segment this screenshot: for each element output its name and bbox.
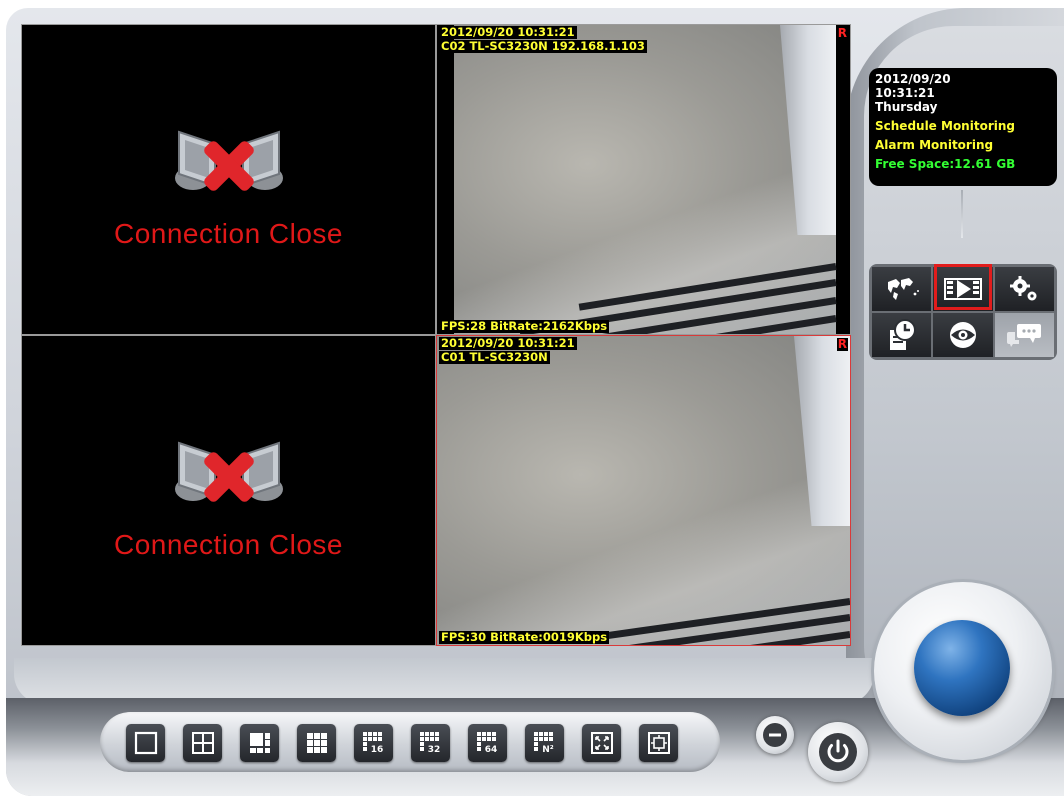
osd-camera-title: C01 TL-SC3230N (439, 350, 550, 364)
layout-9-icon (306, 733, 327, 753)
osd-datetime: 2012/09/20 10:31:21 (439, 336, 577, 350)
camera-cell-3[interactable]: Connection Close (21, 335, 436, 646)
layout-16-label: 16 (370, 745, 383, 755)
live-view-eye-icon (949, 322, 976, 348)
power-icon (819, 733, 857, 771)
video-feed-2 (454, 25, 837, 334)
camera-cell-1[interactable]: Connection Close (21, 24, 436, 335)
sequence-button[interactable] (639, 724, 678, 762)
alarm-monitoring-status: Alarm Monitoring (875, 138, 994, 152)
schedule-log-button[interactable] (872, 313, 932, 357)
layout-9-button[interactable] (297, 724, 336, 762)
video-wall-2 (780, 25, 836, 235)
power-button[interactable] (808, 722, 868, 782)
layout-16-button[interactable]: 16 (354, 724, 393, 762)
function-toolbar (869, 264, 1057, 360)
message-button[interactable] (994, 313, 1054, 357)
osd-datetime: 2012/09/20 10:31:21 (439, 25, 577, 39)
emap-button[interactable] (872, 267, 932, 311)
layout-64-label: 64 (484, 745, 497, 755)
sequence-icon (647, 732, 670, 754)
connection-closed-icon (174, 130, 283, 191)
fullscreen-icon (590, 732, 613, 754)
connection-close-label: Connection Close (113, 529, 344, 560)
free-space-status: Free Space:12.61 GB (875, 157, 1016, 171)
layout-n-button[interactable]: N² (525, 724, 564, 762)
playback-icon (943, 278, 982, 300)
schedule-log-icon (889, 319, 916, 350)
camera-cell-2[interactable]: 2012/09/20 10:31:21 C02 TL-SC3230N 192.1… (436, 24, 851, 335)
layout-6-button[interactable] (240, 724, 279, 762)
layout-4-icon (191, 732, 214, 754)
joystick-knob[interactable] (914, 620, 1010, 716)
ptz-joystick[interactable] (874, 582, 1052, 760)
info-panel-stem (961, 190, 963, 238)
fullscreen-button[interactable] (582, 724, 621, 762)
layout-4-button[interactable] (183, 724, 222, 762)
layout-n-label: N² (542, 745, 554, 755)
minimize-icon (763, 723, 787, 747)
playback-button[interactable] (933, 264, 993, 311)
osd-camera-title: C02 TL-SC3230N 192.168.1.103 (439, 39, 647, 53)
status-info-panel: 2012/09/20 10:31:21 Thursday Schedule Mo… (869, 68, 1057, 186)
settings-gears-icon (1010, 276, 1037, 301)
layout-32-label: 32 (427, 745, 440, 755)
world-map-icon (887, 278, 919, 300)
osd-stats: FPS:30 BitRate:0019Kbps (439, 630, 610, 644)
info-day: Thursday (875, 100, 938, 114)
layout-64-icon: 64 (476, 732, 497, 755)
video-grid: Connection Close 2012/09/20 10:31:21 C02… (21, 24, 851, 646)
camera-cell-4[interactable]: 2012/09/20 10:31:21 C01 TL-SC3230N FPS:3… (436, 335, 851, 646)
minimize-button[interactable] (756, 716, 794, 754)
layout-16-icon: 16 (362, 732, 383, 755)
record-indicator: R (836, 337, 848, 351)
record-indicator: R (836, 26, 848, 40)
connection-close-label: Connection Close (113, 218, 344, 249)
layout-32-button[interactable]: 32 (411, 724, 450, 762)
schedule-monitoring-status: Schedule Monitoring (875, 119, 1015, 133)
layout-32-icon: 32 (419, 732, 440, 755)
settings-button[interactable] (994, 267, 1054, 311)
layout-1-button[interactable] (126, 724, 165, 762)
live-view-button[interactable] (933, 313, 993, 357)
layout-64-button[interactable]: 64 (468, 724, 507, 762)
layout-6-icon (249, 733, 270, 753)
layout-1-icon (134, 731, 157, 755)
connection-closed-icon (174, 441, 283, 502)
osd-stats: FPS:28 BitRate:2162Kbps (439, 319, 610, 333)
video-wall-4 (794, 336, 850, 526)
info-date: 2012/09/20 (875, 72, 951, 86)
chat-message-icon (1007, 324, 1042, 347)
info-time: 10:31:21 (875, 86, 935, 100)
video-feed-4 (437, 336, 850, 645)
layout-n-icon: N² (533, 732, 554, 755)
